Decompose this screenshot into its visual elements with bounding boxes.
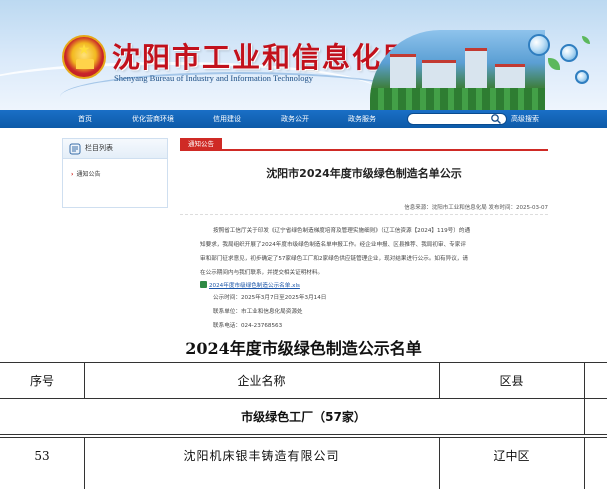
advanced-search-link[interactable]: 高级搜索 xyxy=(511,110,539,128)
article-paragraph: 审和部门征求意见，初步确定了57家绿色工厂和2家绿色供应链管理企业，现对结果进行… xyxy=(200,256,468,262)
national-emblem-icon: ★ xyxy=(62,35,106,79)
site-title: 沈阳市工业和信息化局 xyxy=(112,41,413,74)
article-meta: 信息来源：沈阳市工业和信息化局 发布时间：2025-03-07 xyxy=(404,205,548,211)
list-icon xyxy=(69,143,81,155)
leaf-icon xyxy=(582,36,590,44)
table-row: 53 沈阳机床银丰铸造有限公司 辽中区 xyxy=(0,438,607,473)
globe-icon xyxy=(575,70,589,84)
section-label: 市级绿色工厂（57家） xyxy=(241,410,366,424)
sidebar-heading: 栏目列表 xyxy=(85,144,113,152)
sidebar-header: 栏目列表 xyxy=(63,139,167,159)
attachment-label: 2024年度市级绿色制造公示名单.xls xyxy=(209,283,300,289)
article-paragraph: 知要求，我局组织开展了2024年度市级绿色制造名单申报工作。经企业申报、区县推荐… xyxy=(200,242,466,248)
article-paragraph: 在公示期间内与我们联系，并提交相关证明材料。 xyxy=(200,270,324,276)
table-border xyxy=(439,437,440,489)
search-icon[interactable] xyxy=(490,113,502,125)
tab-notices[interactable]: 通知公告 xyxy=(180,138,222,151)
arrow-right-icon: › xyxy=(71,171,74,178)
column-header-company: 企业名称 xyxy=(237,374,286,388)
table-border xyxy=(84,362,85,398)
site-subtitle: Shenyang Bureau of Industry and Informat… xyxy=(114,73,313,83)
nav-item-home[interactable]: 首页 xyxy=(78,110,92,128)
table-section-row: 市级绿色工厂（57家） xyxy=(0,399,607,434)
sidebar-item-label: 通知公告 xyxy=(76,171,101,178)
nav-item-gov-affairs[interactable]: 政务公开 xyxy=(281,110,309,128)
row-company: 沈阳机床银丰铸造有限公司 xyxy=(183,449,340,463)
contact-phone: 联系电话：024-23768563 xyxy=(213,323,283,329)
contact-unit: 联系单位：市工业和信息化局资源处 xyxy=(213,309,303,315)
document-heading: 2024年度市级绿色制造公示名单 xyxy=(185,339,422,358)
article-title: 沈阳市2024年度市级绿色制造名单公示 xyxy=(266,167,462,180)
globe-icon xyxy=(528,34,550,56)
table-border xyxy=(584,362,585,398)
xls-file-icon xyxy=(200,281,207,288)
row-number: 53 xyxy=(34,448,50,463)
table-border xyxy=(0,434,607,435)
nav-item-gov-services[interactable]: 政务服务 xyxy=(348,110,376,128)
table-border xyxy=(584,437,585,489)
globe-icon xyxy=(560,44,578,62)
nav-item-credit[interactable]: 信用建设 xyxy=(213,110,241,128)
sidebar: 栏目列表 › 通知公告 xyxy=(62,138,168,208)
notice-period: 公示时间：2025年3月7日至2025年3月14日 xyxy=(213,295,327,301)
nav-item-business-environment[interactable]: 优化营商环境 xyxy=(132,110,174,128)
site-banner: ★ 沈阳市工业和信息化局 Shenyang Bureau of Industry… xyxy=(0,0,607,110)
table-border xyxy=(584,398,585,434)
main-nav: 首页 优化营商环境 信用建设 政务公开 政务服务 高级搜索 xyxy=(0,110,607,128)
column-header-number: 序号 xyxy=(29,374,54,388)
tab-bar: 通知公告 xyxy=(180,138,548,151)
row-district: 辽中区 xyxy=(493,449,530,463)
article-paragraph: 按照省工信厅关于印发《辽宁省绿色制造梯度培育及管理实施细则》（辽工信资源【202… xyxy=(213,228,471,234)
column-header-district: 区县 xyxy=(499,374,524,388)
sidebar-item-notices[interactable]: › 通知公告 xyxy=(71,169,101,178)
attachment-link[interactable]: 2024年度市级绿色制造公示名单.xls xyxy=(200,281,300,289)
page: ★ 沈阳市工业和信息化局 Shenyang Bureau of Industry… xyxy=(0,0,607,489)
table-border xyxy=(84,437,85,489)
table-header-row: 序号 企业名称 区县 xyxy=(0,363,607,398)
leaf-icon xyxy=(548,58,560,70)
table-border xyxy=(439,362,440,398)
divider xyxy=(180,214,548,215)
